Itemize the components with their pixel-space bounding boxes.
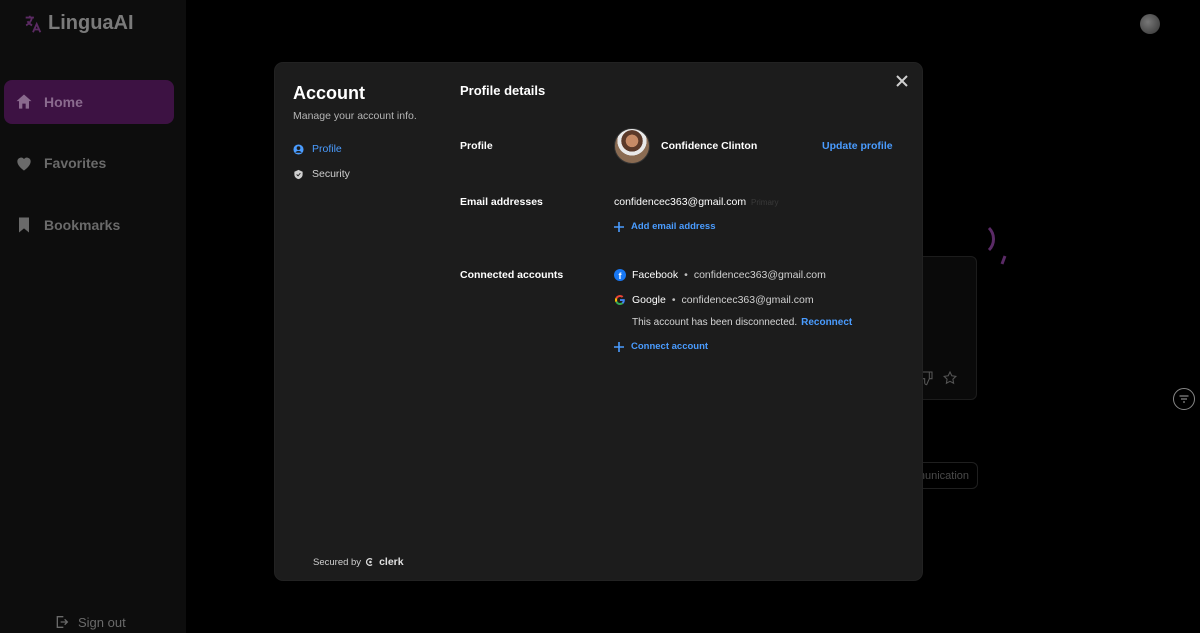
sidebar: LinguaAI Home Favorites Bookmarks Sign o… (0, 0, 186, 633)
connect-account-label: Connect account (631, 341, 709, 352)
disconnected-text: This account has been disconnected. (632, 317, 798, 328)
app-root: LinguaAI Home Favorites Bookmarks Sign o… (0, 0, 1200, 633)
profile-details-header: Profile details (460, 83, 892, 98)
chip-label: nunication (918, 469, 969, 482)
provider-name: Google (632, 294, 666, 306)
sidebar-item-favorites[interactable]: Favorites (4, 141, 174, 185)
nav-security[interactable]: Security (293, 166, 433, 182)
shield-icon (294, 169, 303, 179)
provider-email: confidencec363@gmail.com (681, 294, 814, 306)
disconnected-notice: This account has been disconnected. Reco… (632, 317, 852, 328)
reconnect-link[interactable]: Reconnect (801, 317, 852, 328)
add-email-label: Add email address (631, 221, 716, 232)
account-subtitle: Manage your account info. (293, 110, 417, 122)
provider-email: confidencec363@gmail.com (693, 269, 826, 281)
filter-icon (1179, 395, 1189, 403)
home-icon (16, 94, 32, 109)
user-circle-icon (293, 143, 304, 155)
close-button[interactable] (894, 73, 910, 89)
connected-row-label: Connected accounts (460, 269, 564, 281)
section-title: Profile details (460, 83, 546, 98)
nav-profile[interactable]: Profile (293, 141, 433, 157)
background-actions (918, 370, 958, 386)
separator-dot: • (671, 294, 676, 306)
sign-out-label: Sign out (78, 614, 126, 630)
close-icon (896, 75, 908, 87)
connect-account-button[interactable]: Connect account (614, 341, 708, 352)
app-name: LinguaAI (48, 12, 134, 34)
sidebar-item-label: Favorites (44, 155, 107, 171)
plus-icon (614, 221, 624, 232)
account-modal: Account Manage your account info. Profil… (275, 63, 922, 580)
add-email-button[interactable]: Add email address (614, 221, 715, 232)
secured-by-label: Secured by (313, 556, 362, 568)
primary-badge: Primary (751, 198, 779, 207)
nav-security-label: Security (312, 168, 350, 180)
connected-account-facebook[interactable]: f Facebook • confidencec363@gmail.com (614, 269, 826, 281)
sidebar-item-label: Bookmarks (44, 217, 121, 233)
star-icon[interactable] (942, 370, 958, 386)
bookmark-icon (19, 217, 29, 233)
decorative-arc (987, 226, 1007, 265)
account-header: Account Manage your account info. (293, 83, 433, 122)
connected-account-google[interactable]: Google • confidencec363@gmail.com (614, 294, 814, 306)
facebook-icon: f (614, 269, 626, 281)
nav-profile-label: Profile (312, 143, 342, 155)
sign-out-button[interactable]: Sign out (54, 614, 126, 630)
sidebar-item-home[interactable]: Home (4, 80, 174, 124)
profile-row-label: Profile (460, 140, 493, 152)
profile-avatar[interactable] (614, 128, 650, 164)
google-icon (615, 295, 625, 305)
provider-name: Facebook (632, 269, 679, 281)
app-logo[interactable]: LinguaAI (22, 12, 134, 35)
sign-out-icon (56, 616, 69, 628)
update-profile-link[interactable]: Update profile (822, 140, 893, 152)
clerk-logo-icon (366, 558, 373, 566)
separator-dot: • (684, 269, 688, 281)
plus-icon (614, 341, 624, 352)
email-address[interactable]: confidencec363@gmail.com (614, 196, 746, 208)
user-avatar[interactable] (1140, 14, 1160, 34)
secured-by-footer: Secured by clerk (313, 556, 404, 568)
heart-icon (17, 157, 31, 171)
account-title: Account (293, 83, 365, 103)
clerk-brand[interactable]: clerk (379, 556, 404, 568)
profile-name: Confidence Clinton (661, 140, 758, 152)
email-row-label: Email addresses (460, 196, 543, 208)
sidebar-item-bookmarks[interactable]: Bookmarks (4, 203, 174, 247)
translate-icon (25, 15, 42, 33)
filter-fab[interactable] (1173, 388, 1195, 410)
sidebar-item-label: Home (44, 94, 83, 110)
